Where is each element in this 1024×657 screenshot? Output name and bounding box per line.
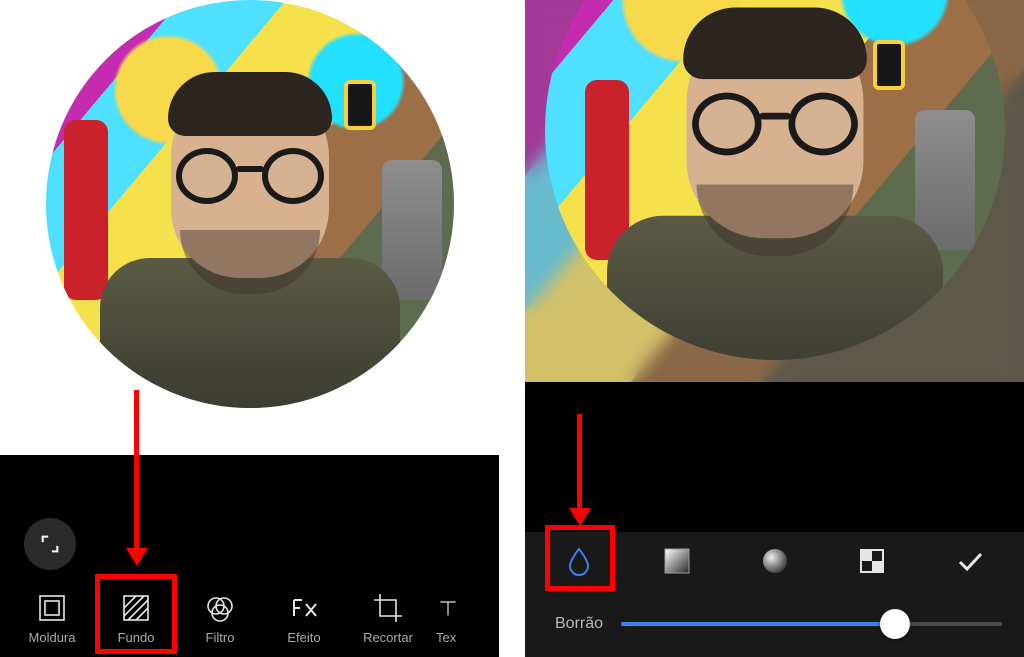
bg-option-pattern[interactable] [844,532,900,590]
photo-subject-person [100,78,400,408]
confirm-button[interactable] [942,532,998,590]
check-icon [955,546,985,576]
blur-slider[interactable] [621,606,1002,642]
toolbar-label: Tex [436,630,456,645]
gradient-square-icon [662,546,692,576]
toolbar-item-fundo[interactable]: Fundo [94,580,178,657]
editor-spacer-black [0,455,499,580]
screen-1: Moldura Fundo Filtro [0,0,499,657]
checker-icon [857,546,887,576]
toolbar-label: Fundo [118,630,155,645]
bg-option-vignette[interactable] [649,532,705,590]
sphere-icon [760,546,790,576]
subject-hair [683,7,867,79]
subject-face [686,14,863,238]
text-icon [436,592,460,624]
toolbar-label: Efeito [287,630,320,645]
venn-icon [204,592,236,624]
expand-button[interactable] [24,518,76,570]
toolbar-item-efeito[interactable]: Efeito [262,580,346,657]
toolbar-item-recortar[interactable]: Recortar [346,580,430,657]
subject-hair [168,72,332,136]
toolbar-label: Moldura [29,630,76,645]
editor-canvas-blurred[interactable] [525,0,1024,382]
toolbar-label: Recortar [363,630,413,645]
photo-subject-person [607,14,943,360]
subject-glasses [692,93,858,156]
toolbar-item-moldura[interactable]: Moldura [10,580,94,657]
expand-icon [39,533,61,555]
background-style-toolbar [525,532,1024,590]
fx-icon [288,592,320,624]
toolbar-item-filtro[interactable]: Filtro [178,580,262,657]
editor-canvas-white[interactable] [0,0,499,455]
drop-icon [564,546,594,576]
bg-option-sphere[interactable] [747,532,803,590]
screen-2: Borrão [525,0,1024,657]
crop-icon [372,592,404,624]
bg-option-blur[interactable] [551,532,607,590]
frame-icon [36,592,68,624]
profile-photo-circle[interactable] [545,0,1005,360]
profile-photo-circle[interactable] [46,0,454,408]
slider-thumb[interactable] [880,609,910,639]
blur-slider-row: Borrão [525,590,1024,657]
subject-face [171,78,329,278]
hatch-icon [120,592,152,624]
slider-fill [621,622,895,626]
subject-glasses [176,148,324,204]
toolbar-label: Filtro [206,630,235,645]
editor-spacer-black [525,382,1024,532]
bottom-toolbar: Moldura Fundo Filtro [0,580,499,657]
toolbar-item-texto[interactable]: Tex [430,580,470,657]
slider-label: Borrão [555,615,603,633]
